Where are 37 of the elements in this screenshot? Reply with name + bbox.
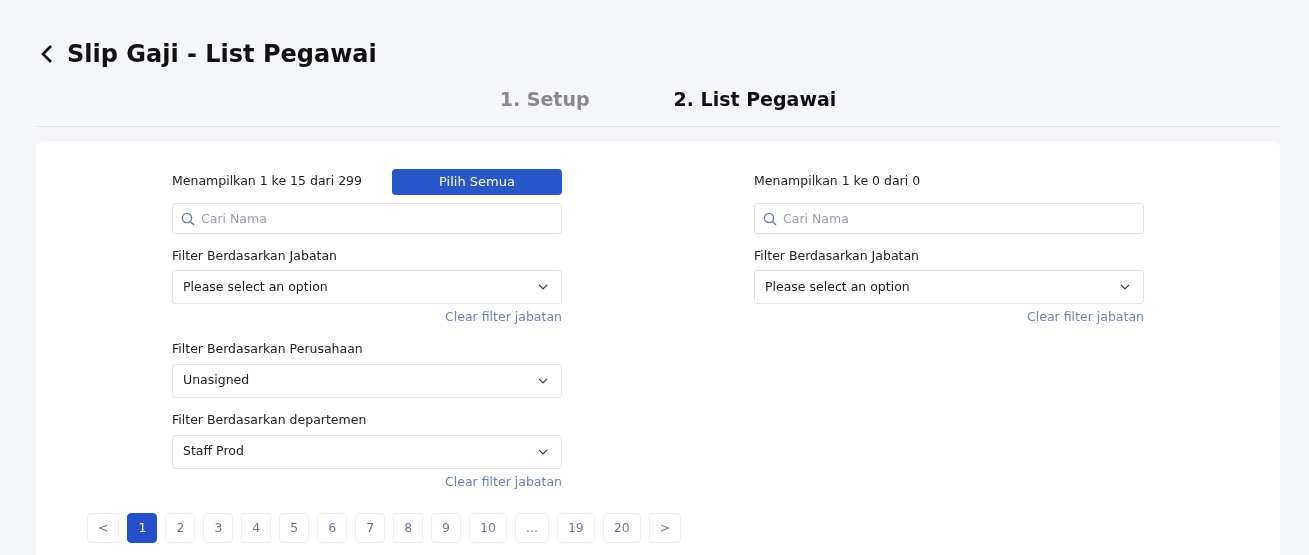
clear-filter-link[interactable]: Clear filter jabatan: [445, 472, 562, 492]
page-button[interactable]: 5: [279, 513, 310, 544]
page-button[interactable]: 7: [355, 513, 386, 544]
search-field[interactable]: Cari Nama: [172, 202, 562, 234]
filter-label: Filter Berdasarkan Perusahaan: [172, 340, 364, 358]
page-button[interactable]: 10: [469, 513, 507, 544]
select-all-button[interactable]: Pilih Semua: [392, 168, 562, 195]
back-icon[interactable]: [41, 44, 53, 64]
search-field[interactable]: Cari Nama: [754, 202, 1144, 234]
result-summary: Menampilkan 1 ke 15 dari 299: [172, 172, 362, 191]
page-button[interactable]: 1: [127, 513, 158, 544]
page-button[interactable]: 4: [241, 513, 272, 544]
page-button[interactable]: 2: [165, 513, 196, 544]
page-button[interactable]: 19: [556, 513, 595, 544]
filter-label: Filter Berdasarkan departemen: [172, 410, 368, 429]
search-icon: [181, 211, 195, 226]
page-button[interactable]: 20: [602, 513, 641, 544]
result-summary: Menampilkan 1 ke 0 dari 0: [754, 172, 921, 191]
page-button[interactable]: 6: [317, 513, 348, 544]
search-icon: [763, 211, 777, 226]
page-button[interactable]: 9: [431, 513, 462, 544]
filter-label: Filter Berdasarkan Jabatan: [172, 246, 339, 265]
page-button[interactable]: 3: [203, 513, 234, 544]
filter-dropdown[interactable]: Unasigned: [172, 363, 562, 398]
filter-dropdown[interactable]: Please select an option: [754, 270, 1144, 305]
step-tab[interactable]: 1. Setup: [499, 85, 590, 114]
clear-filter-link[interactable]: Clear filter jabatan: [445, 308, 562, 327]
page-button[interactable]: >: [648, 513, 682, 544]
filter-label: Filter Berdasarkan Jabatan: [754, 246, 921, 265]
filter-dropdown[interactable]: Staff Prod: [172, 434, 562, 469]
step-tab[interactable]: 2. List Pegawai: [673, 85, 837, 114]
page-button[interactable]: <: [87, 513, 120, 544]
clear-filter-link[interactable]: Clear filter jabatan: [1027, 308, 1144, 327]
filter-dropdown[interactable]: Please select an option: [172, 270, 562, 305]
page-button[interactable]: 8: [393, 513, 424, 544]
page-button[interactable]: ...: [514, 513, 549, 544]
page-title: Slip Gaji - List Pegawai: [67, 39, 377, 69]
